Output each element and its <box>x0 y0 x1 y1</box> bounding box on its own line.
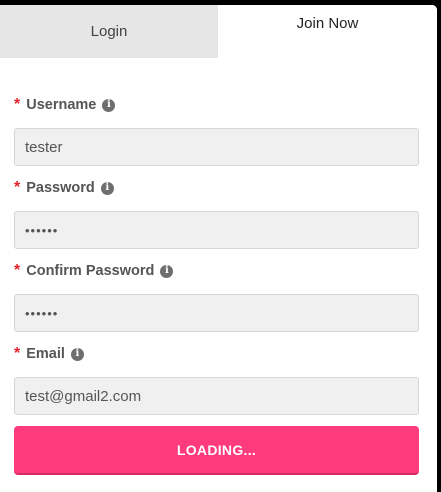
email-label: Email <box>26 346 65 362</box>
submit-button[interactable]: LOADING... <box>14 426 419 475</box>
required-asterisk: * <box>14 96 21 113</box>
join-form-panel: Login Join Now * Username i tester * Pas… <box>0 5 437 492</box>
confirm-password-field-group: * Confirm Password i •••••• <box>14 262 419 332</box>
email-input[interactable]: test@gmail2.com <box>14 377 419 415</box>
email-field-group: * Email i test@gmail2.com <box>14 345 419 415</box>
confirm-password-label-row: * Confirm Password i <box>14 262 419 280</box>
password-field-group: * Password i •••••• <box>14 179 419 249</box>
info-icon[interactable]: i <box>160 264 174 278</box>
required-asterisk: * <box>14 262 21 279</box>
username-input[interactable]: tester <box>14 128 419 166</box>
password-label: Password <box>26 180 95 196</box>
required-asterisk: * <box>14 345 21 362</box>
username-field-group: * Username i tester <box>14 96 419 166</box>
info-icon[interactable]: i <box>100 181 114 195</box>
info-icon[interactable]: i <box>70 347 84 361</box>
tab-login[interactable]: Login <box>0 5 218 58</box>
tab-join-now[interactable]: Join Now <box>218 5 437 58</box>
username-label-row: * Username i <box>14 96 419 114</box>
email-label-row: * Email i <box>14 345 419 363</box>
password-label-row: * Password i <box>14 179 419 197</box>
confirm-password-input[interactable]: •••••• <box>14 294 419 332</box>
confirm-password-label: Confirm Password <box>26 263 155 279</box>
username-label: Username <box>26 97 97 113</box>
info-icon[interactable]: i <box>102 98 116 112</box>
auth-tabs: Login Join Now <box>0 5 437 58</box>
password-input[interactable]: •••••• <box>14 211 419 249</box>
required-asterisk: * <box>14 179 21 196</box>
